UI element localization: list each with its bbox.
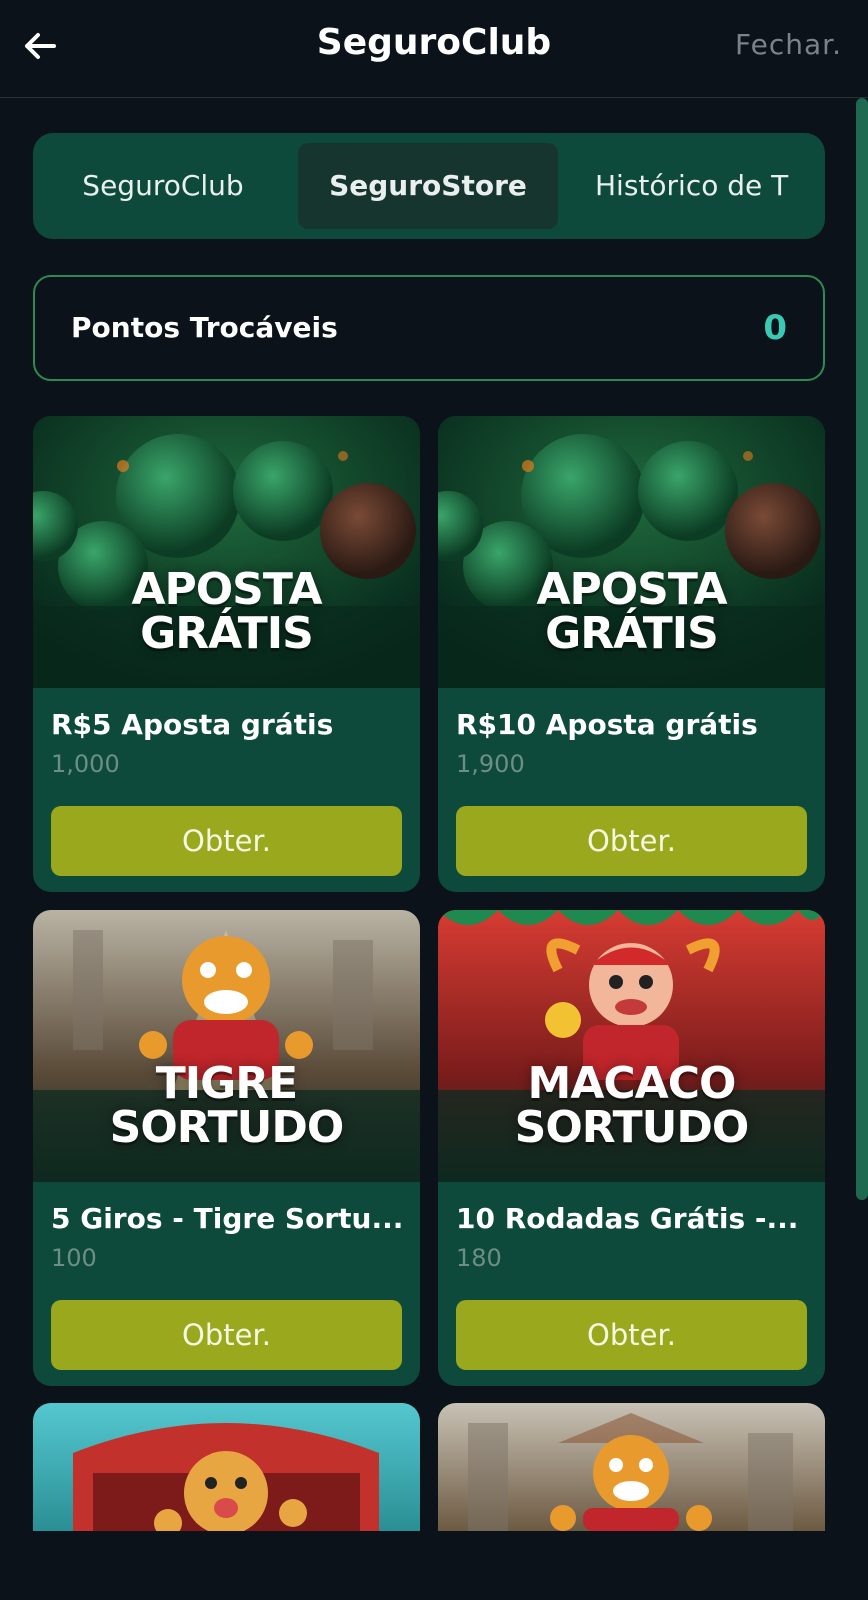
item-image: APOSTA GRÁTIS — [33, 416, 420, 688]
store-item-card[interactable]: MACACO SORTUDO 10 Rodadas Grátis -... 18… — [438, 910, 825, 1386]
points-label: Pontos Trocáveis — [71, 311, 338, 344]
close-button[interactable]: Fechar. — [735, 28, 842, 61]
item-image — [33, 1403, 420, 1531]
item-image-title-line2: SORTUDO — [514, 1102, 750, 1153]
item-image-title-line1: MACACO — [527, 1058, 737, 1109]
store-item-card-partial[interactable] — [33, 1403, 420, 1531]
scrollbar[interactable] — [856, 98, 868, 1200]
top-bar: SeguroClub Fechar. — [0, 0, 868, 98]
store-item-card-partial[interactable] — [438, 1403, 825, 1531]
item-cost: 100 — [51, 1244, 97, 1272]
item-title: 10 Rodadas Grátis -... — [456, 1202, 799, 1235]
points-panel: Pontos Trocáveis 0 — [33, 275, 825, 381]
item-cost: 1,900 — [456, 750, 525, 778]
obter-button[interactable]: Obter. — [51, 1300, 402, 1370]
points-value: 0 — [763, 308, 787, 348]
store-item-card[interactable]: APOSTA GRÁTIS R$10 Aposta grátis 1,900 O… — [438, 416, 825, 892]
item-image: MACACO SORTUDO — [438, 910, 825, 1182]
tab-bar: SeguroClub SeguroStore Histórico de T — [33, 133, 825, 239]
item-cost: 1,000 — [51, 750, 120, 778]
item-image-title-line2: GRÁTIS — [545, 608, 719, 659]
item-title: 5 Giros - Tigre Sortu... — [51, 1202, 401, 1235]
item-image: APOSTA GRÁTIS — [438, 416, 825, 688]
item-image — [438, 1403, 825, 1531]
item-cost: 180 — [456, 1244, 502, 1272]
item-image-title-line2: GRÁTIS — [140, 608, 314, 659]
tab-historico[interactable]: Histórico de T — [573, 143, 825, 229]
bottom-area — [0, 1531, 868, 1600]
tab-seguroclub[interactable]: SeguroClub — [43, 143, 283, 229]
tab-segurostore[interactable]: SeguroStore — [298, 143, 558, 229]
item-image-title-line2: SORTUDO — [109, 1102, 345, 1153]
store-item-card[interactable]: APOSTA GRÁTIS R$5 Aposta grátis 1,000 Ob… — [33, 416, 420, 892]
store-item-card[interactable]: TIGRE SORTUDO 5 Giros - Tigre Sortu... 1… — [33, 910, 420, 1386]
item-title: R$10 Aposta grátis — [456, 708, 758, 741]
item-title: R$5 Aposta grátis — [51, 708, 334, 741]
obter-button[interactable]: Obter. — [456, 1300, 807, 1370]
item-image-title-line1: APOSTA — [536, 564, 727, 615]
obter-button[interactable]: Obter. — [51, 806, 402, 876]
item-image: TIGRE SORTUDO — [33, 910, 420, 1182]
item-image-title-line1: TIGRE — [155, 1058, 298, 1109]
item-image-title-line1: APOSTA — [131, 564, 322, 615]
obter-button[interactable]: Obter. — [456, 806, 807, 876]
